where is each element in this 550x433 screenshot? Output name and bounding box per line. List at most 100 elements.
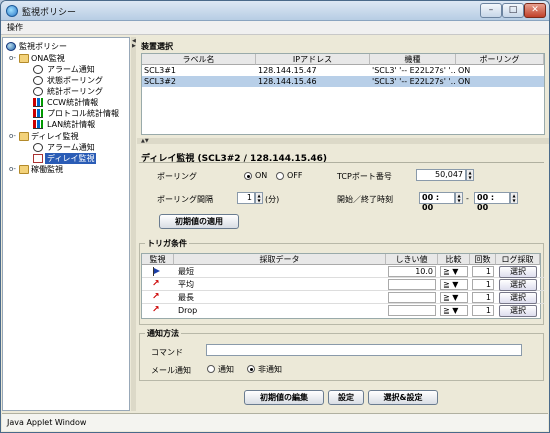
- col-header[interactable]: ラベル名: [142, 54, 256, 65]
- splitter-arrows-icon[interactable]: ◀ ▶: [132, 39, 136, 49]
- maximize-button[interactable]: □: [502, 3, 524, 18]
- edit-default-button[interactable]: 初期値の編集: [244, 390, 324, 405]
- count-field[interactable]: 1: [472, 266, 494, 277]
- threshold-field[interactable]: [388, 279, 436, 290]
- tree-item-alarm[interactable]: アラーム通知: [47, 64, 95, 75]
- envelope-icon: [33, 154, 43, 163]
- interval-unit: (分): [265, 195, 280, 204]
- window-title: 監視ポリシー: [22, 8, 77, 18]
- col-header[interactable]: IPアドレス: [256, 54, 370, 65]
- cell-label: SCL3#1: [144, 66, 177, 75]
- trigger-table[interactable]: 監視 採取データ しきい値 比較 回数 ログ採取 最短 10.0 ≧ ▼ 1 選…: [141, 253, 544, 319]
- tree-item-delay[interactable]: ディレイ監視: [31, 131, 78, 142]
- tcp-port-spinner[interactable]: ▲ ▼: [466, 169, 474, 181]
- log-select-button[interactable]: 選択: [499, 266, 537, 278]
- command-field[interactable]: [206, 344, 522, 356]
- compare-select[interactable]: ≧ ▼: [440, 279, 468, 290]
- cell-data: Drop: [178, 306, 198, 315]
- col-header: 監視: [142, 254, 174, 265]
- tree-item-delay-monitor[interactable]: ディレイ監視: [45, 153, 97, 164]
- tree-item-uptime[interactable]: 稼働監視: [31, 164, 63, 175]
- select-and-set-button[interactable]: 選択&設定: [368, 390, 438, 405]
- bar-chart-icon: [33, 109, 43, 118]
- clock-icon: [33, 76, 43, 85]
- col-header: 比較: [438, 254, 470, 265]
- cell-ip: 128.144.15.46: [258, 77, 317, 86]
- cell-polling: ON: [458, 66, 471, 75]
- tree-item-stats-polling[interactable]: 統計ポーリング: [47, 86, 103, 97]
- collapse-icon[interactable]: o-: [9, 132, 16, 140]
- dropdown-arrow-icon[interactable]: ▼: [452, 306, 458, 315]
- tree-item-lan-stats[interactable]: LAN統計情報: [47, 119, 95, 130]
- count-field[interactable]: 1: [472, 279, 494, 290]
- interval-label: ポーリング間隔: [157, 195, 213, 204]
- table-row[interactable]: ↗ 最長 ≧ ▼ 1 選択: [142, 291, 544, 304]
- table-row[interactable]: ↗ Drop ≧ ▼ 1 選択: [142, 304, 544, 317]
- tree-item-delay-alarm[interactable]: アラーム通知: [47, 142, 95, 153]
- horizontal-splitter[interactable]: [137, 138, 549, 144]
- collapse-icon[interactable]: o-: [9, 54, 16, 62]
- start-time-field[interactable]: 00 : 00: [419, 192, 455, 212]
- col-header: 回数: [470, 254, 496, 265]
- col-header: 採取データ: [174, 254, 386, 265]
- tree-item-ccw-stats[interactable]: CCW統計情報: [47, 97, 98, 108]
- clock-icon: [33, 87, 43, 96]
- menu-bar: 操作: [1, 21, 549, 35]
- count-field[interactable]: 1: [472, 305, 494, 316]
- tree-item-ona[interactable]: ONA監視: [31, 53, 65, 64]
- table-row[interactable]: 最短 10.0 ≧ ▼ 1 選択: [142, 265, 544, 278]
- mail-no-notify-radio[interactable]: [247, 365, 255, 373]
- polling-on-label: ON: [255, 171, 268, 180]
- interval-field[interactable]: 1: [237, 192, 255, 204]
- vertical-splitter[interactable]: [131, 37, 136, 411]
- table-row[interactable]: SCL3#1 128.144.15.47 'SCL3' '-- E22L27s'…: [142, 65, 544, 76]
- compare-select[interactable]: ≧ ▼: [440, 266, 468, 277]
- threshold-field[interactable]: [388, 292, 436, 303]
- expand-icon[interactable]: o-: [9, 165, 16, 173]
- compare-select[interactable]: ≧ ▼: [440, 292, 468, 303]
- end-time-field[interactable]: 00 : 00: [474, 192, 510, 212]
- close-button[interactable]: ✕: [524, 3, 546, 18]
- polling-on-radio[interactable]: [244, 172, 252, 180]
- cell-data: 最長: [178, 293, 194, 302]
- threshold-field[interactable]: [388, 305, 436, 316]
- log-select-button[interactable]: 選択: [499, 292, 537, 304]
- log-select-button[interactable]: 選択: [499, 305, 537, 317]
- menu-operation[interactable]: 操作: [7, 22, 23, 33]
- mail-notify-label: 通知: [218, 365, 234, 374]
- table-row[interactable]: ↗ 平均 ≧ ▼ 1 選択: [142, 278, 544, 291]
- dropdown-arrow-icon[interactable]: ▼: [452, 293, 458, 302]
- time-label: 開始／終了時刻: [337, 195, 393, 204]
- splitter-arrows-icon[interactable]: ▲▼: [141, 138, 149, 144]
- arrow-icon: ↗: [152, 292, 160, 302]
- compare-select[interactable]: ≧ ▼: [440, 305, 468, 316]
- polling-off-radio[interactable]: [276, 172, 284, 180]
- col-header[interactable]: 機種: [370, 54, 456, 65]
- cell-label: SCL3#2: [144, 77, 177, 86]
- apply-default-button[interactable]: 初期値の適用: [159, 214, 239, 229]
- start-time-spinner[interactable]: ▲ ▼: [455, 192, 463, 204]
- tree-item-status-polling[interactable]: 状態ポーリング: [47, 75, 103, 86]
- tcp-port-field[interactable]: 50,047: [416, 169, 466, 181]
- arrow-icon: ↗: [152, 279, 160, 289]
- table-row-selected[interactable]: SCL3#2 128.144.15.46 'SCL3' '-- E22L27s'…: [142, 76, 544, 87]
- dropdown-arrow-icon[interactable]: ▼: [452, 280, 458, 289]
- device-table[interactable]: ラベル名 IPアドレス 機種 ポーリング SCL3#1 128.144.15.4…: [141, 53, 545, 135]
- interval-spinner[interactable]: ▲ ▼: [255, 192, 263, 204]
- mail-notify-radio[interactable]: [207, 365, 215, 373]
- policy-tree[interactable]: 監視ポリシー o- ONA監視 アラーム通知 状態ポーリング 統計ポーリング C…: [2, 37, 130, 411]
- globe-icon: [6, 42, 16, 51]
- tree-item-protocol-stats[interactable]: プロトコル統計情報: [47, 108, 119, 119]
- col-header[interactable]: ポーリング: [456, 54, 544, 65]
- dropdown-arrow-icon[interactable]: ▼: [452, 267, 458, 276]
- threshold-field[interactable]: 10.0: [388, 266, 436, 277]
- set-button[interactable]: 設定: [328, 390, 364, 405]
- minimize-button[interactable]: –: [480, 3, 502, 18]
- end-time-spinner[interactable]: ▲ ▼: [510, 192, 518, 204]
- log-select-button[interactable]: 選択: [499, 279, 537, 291]
- compare-value: ≧: [443, 267, 450, 276]
- tree-root[interactable]: 監視ポリシー: [19, 41, 67, 52]
- col-header: ログ採取: [496, 254, 540, 265]
- count-field[interactable]: 1: [472, 292, 494, 303]
- arrow-icon: ↗: [152, 305, 160, 315]
